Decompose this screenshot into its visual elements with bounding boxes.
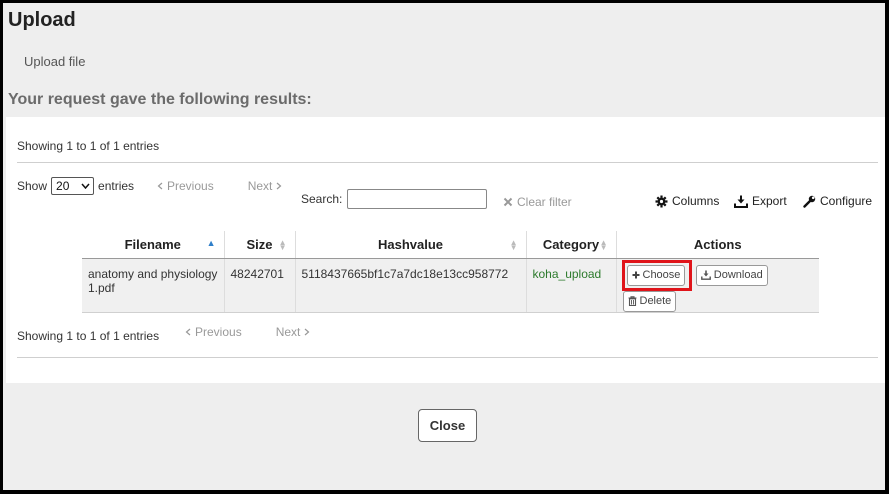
- column-header-actions: Actions: [616, 231, 819, 259]
- clear-filter-icon: [503, 197, 513, 207]
- cell-category: koha_upload: [526, 258, 617, 313]
- chevron-left-icon: [185, 328, 191, 336]
- sort-both-icon: ▲ ▼: [599, 238, 608, 252]
- modal-frame: Upload Upload file Your request gave the…: [3, 3, 885, 490]
- category-link[interactable]: koha_upload: [533, 267, 602, 281]
- pagination-bottom: Previous Next: [185, 325, 310, 339]
- trash-icon: [628, 296, 637, 306]
- table-info-bottom: Showing 1 to 1 of 1 entries: [17, 329, 160, 343]
- close-button[interactable]: Close: [418, 409, 477, 442]
- wrench-icon: [803, 195, 816, 208]
- download-icon: [700, 270, 711, 280]
- previous-label: Previous: [167, 179, 214, 193]
- next-button[interactable]: Next: [276, 325, 311, 339]
- column-header-label: Filename: [124, 236, 181, 252]
- divider: [17, 357, 878, 358]
- table-info-top: Showing 1 to 1 of 1 entries: [17, 139, 160, 153]
- length-menu: Show 20 entries: [17, 177, 134, 195]
- columns-label: Columns: [672, 194, 720, 208]
- plus-icon: [632, 271, 640, 279]
- page-title: Upload: [8, 9, 76, 31]
- sort-both-icon: ▲ ▼: [509, 238, 518, 252]
- delete-label: Delete: [639, 295, 672, 307]
- cell-actions: Choose Download Delete: [616, 258, 819, 313]
- cell-filename: anatomy and physiology 1.pdf: [82, 258, 225, 313]
- search-input[interactable]: [347, 189, 488, 209]
- choose-button[interactable]: Choose: [626, 264, 686, 286]
- configure-label: Configure: [820, 194, 873, 208]
- previous-label: Previous: [195, 325, 242, 339]
- choose-highlight: Choose: [621, 259, 693, 291]
- chevron-left-icon: [157, 182, 163, 190]
- entries-label: entries: [98, 179, 135, 193]
- download-label: Download: [713, 269, 763, 281]
- page-length-value: 20: [56, 179, 70, 193]
- results-panel: Showing 1 to 1 of 1 entries Show 20 entr…: [6, 117, 885, 383]
- next-label: Next: [247, 179, 273, 193]
- chevron-right-icon: [276, 182, 282, 190]
- delete-button[interactable]: Delete: [622, 290, 677, 312]
- column-header-hashvalue[interactable]: Hashvalue ▲ ▼: [295, 231, 527, 259]
- column-header-label: Hashvalue: [377, 236, 444, 252]
- clear-filter-button[interactable]: Clear filter: [503, 195, 572, 209]
- columns-button[interactable]: Columns: [655, 194, 719, 208]
- uploads-table: Filename ▲ Size ▲ ▼ Hashvalue ▲ ▼ Category…: [82, 231, 819, 313]
- column-header-label: Category: [542, 236, 600, 252]
- next-label: Next: [275, 325, 301, 339]
- cell-size: 48242701: [224, 258, 296, 313]
- export-label: Export: [752, 194, 787, 208]
- table-row: anatomy and physiology 1.pdf 48242701 51…: [82, 258, 819, 313]
- search-area: Search:: [301, 189, 488, 209]
- table-header-row: Filename ▲ Size ▲ ▼ Hashvalue ▲ ▼ Category…: [82, 231, 819, 259]
- search-label: Search:: [301, 192, 343, 206]
- column-header-category[interactable]: Category ▲ ▼: [526, 231, 617, 259]
- download-button[interactable]: Download: [695, 264, 768, 286]
- configure-button[interactable]: Configure: [803, 194, 872, 208]
- choose-label: Choose: [642, 269, 681, 281]
- pagination-top: Previous Next: [157, 179, 282, 193]
- column-header-filename[interactable]: Filename ▲: [82, 231, 225, 259]
- upload-file-link[interactable]: Upload file: [24, 54, 85, 69]
- previous-button[interactable]: Previous: [157, 179, 214, 193]
- previous-button[interactable]: Previous: [185, 325, 242, 339]
- download-icon: [734, 195, 748, 208]
- sort-asc-icon: ▲: [206, 238, 216, 248]
- column-header-label: Size: [246, 236, 273, 252]
- cell-hashvalue: 5118437665bf1c7a7dc18e13cc958772: [295, 258, 527, 313]
- column-header-label: Actions: [693, 236, 742, 252]
- sort-both-icon: ▲ ▼: [278, 238, 287, 252]
- chevron-right-icon: [304, 328, 310, 336]
- page-length-select[interactable]: 20: [51, 177, 95, 195]
- column-header-size[interactable]: Size ▲ ▼: [224, 231, 296, 259]
- export-button[interactable]: Export: [734, 194, 787, 208]
- chevron-down-icon: [81, 183, 90, 189]
- results-heading: Your request gave the following results:: [8, 91, 312, 108]
- show-label: Show: [17, 179, 48, 193]
- clear-filter-label: Clear filter: [517, 195, 572, 209]
- divider: [17, 162, 878, 163]
- gear-icon: [655, 195, 668, 208]
- next-button[interactable]: Next: [248, 179, 283, 193]
